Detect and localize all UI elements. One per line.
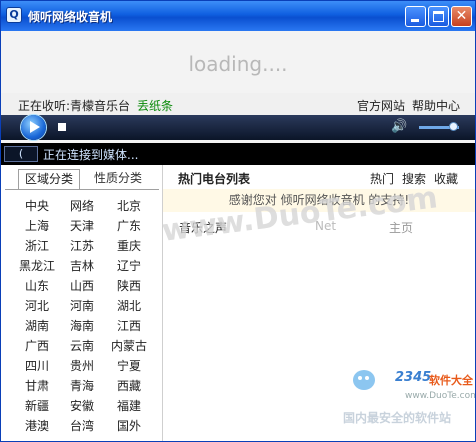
loading-text: loading.... (188, 52, 288, 76)
region-item[interactable]: 浙江 (17, 237, 57, 254)
region-item[interactable]: 山西 (62, 277, 102, 294)
region-item[interactable]: 辽宁 (109, 257, 149, 274)
logo-text: 软件大全 (429, 374, 473, 387)
region-item[interactable]: 内蒙古 (109, 337, 149, 354)
region-item[interactable]: 甘肃 (17, 377, 57, 394)
region-item[interactable]: 贵州 (62, 357, 102, 374)
banner-area: loading.... (1, 31, 475, 93)
station-home-link[interactable]: 主页 (389, 219, 413, 236)
app-icon: Q (6, 7, 22, 23)
tab-divider (5, 189, 159, 190)
region-item[interactable]: 西藏 (109, 377, 149, 394)
help-center-link[interactable]: 帮助中心 (412, 97, 460, 114)
logo-slogan: 国内最安全的软件站 (343, 411, 452, 425)
region-item[interactable]: 天津 (62, 217, 102, 234)
status-text: 正在连接到媒体... (43, 148, 139, 162)
region-item[interactable]: 国外 (109, 417, 149, 434)
info-bar: 正在收听:青檬音乐台 丢纸条 官方网站 帮助中心 (1, 93, 475, 116)
region-item[interactable]: 山东 (17, 277, 57, 294)
window-title: 倾听网络收音机 (28, 10, 113, 24)
minimize-icon (411, 19, 419, 22)
play-button[interactable] (21, 115, 46, 140)
region-item[interactable]: 安徽 (62, 397, 102, 414)
maximize-icon (433, 11, 444, 22)
now-playing-label: 正在收听:青檬音乐台 (18, 99, 131, 113)
app-window: Q 倾听网络收音机 ✕ loading.... 正在收听:青檬音乐台 丢纸条 官… (0, 0, 476, 442)
region-item[interactable]: 海南 (62, 317, 102, 334)
maximize-button[interactable] (428, 6, 449, 27)
category-panel: 区域分类 性质分类 中央 网络 北京上海 天津 广东浙江 江苏 重庆黑龙江 吉林 辽宁山东 山西陕… (1, 165, 163, 441)
region-item[interactable]: 北京 (109, 197, 149, 214)
now-playing-station-link[interactable]: 丢纸条 (137, 97, 173, 114)
region-item[interactable]: 网络 (62, 197, 102, 214)
player-controls: 🔊 (1, 115, 475, 140)
minimize-button[interactable] (405, 6, 426, 27)
volume-icon[interactable]: 🔊 (391, 119, 407, 134)
play-icon (30, 121, 40, 133)
hot-link[interactable]: 热门 (370, 170, 394, 187)
region-item[interactable]: 河北 (17, 297, 57, 314)
region-item[interactable]: 云南 (62, 337, 102, 354)
region-item[interactable]: 广西 (17, 337, 57, 354)
region-item[interactable]: 青海 (62, 377, 102, 394)
region-item[interactable]: 黑龙江 (17, 257, 57, 274)
volume-slider-knob[interactable] (449, 122, 458, 131)
title-bar[interactable]: Q 倾听网络收音机 ✕ (1, 1, 475, 31)
region-item[interactable]: 四川 (17, 357, 57, 374)
logo-number: 2345 (395, 370, 432, 385)
region-item[interactable]: 新疆 (17, 397, 57, 414)
region-item[interactable]: 上海 (17, 217, 57, 234)
region-item[interactable]: 江西 (109, 317, 149, 334)
region-item[interactable]: 河南 (62, 297, 102, 314)
official-site-link[interactable]: 官方网站 (357, 97, 405, 114)
region-item[interactable]: 港澳 (17, 417, 57, 434)
close-button[interactable]: ✕ (451, 6, 472, 27)
tab-genre[interactable]: 性质分类 (87, 169, 149, 189)
region-item[interactable]: 陕西 (109, 277, 149, 294)
list-title: 热门电台列表 (178, 172, 251, 186)
status-indicator: ( (4, 146, 38, 162)
tab-region[interactable]: 区域分类 (18, 169, 80, 189)
region-item[interactable]: 宁夏 (109, 357, 149, 374)
region-item[interactable]: 台湾 (62, 417, 102, 434)
close-icon: ✕ (455, 8, 468, 24)
region-item[interactable]: 湖南 (17, 317, 57, 334)
region-item[interactable]: 湖北 (109, 297, 149, 314)
logo-url: www.DuoTe.com (405, 391, 476, 401)
region-item[interactable]: 吉林 (62, 257, 102, 274)
stop-button[interactable] (58, 123, 66, 131)
status-bar: ( 正在连接到媒体... (1, 143, 475, 165)
region-item[interactable]: 江苏 (62, 237, 102, 254)
region-item[interactable]: 广东 (109, 217, 149, 234)
region-item[interactable]: 福建 (109, 397, 149, 414)
region-item[interactable]: 重庆 (109, 237, 149, 254)
region-item[interactable]: 中央 (17, 197, 57, 214)
favorites-link[interactable]: 收藏 (434, 170, 458, 187)
